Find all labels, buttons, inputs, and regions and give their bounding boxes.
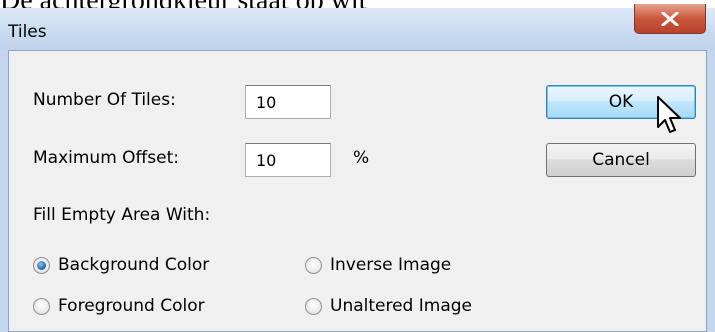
radio-label: Unaltered Image: [330, 296, 472, 316]
radio-button[interactable]: [305, 297, 322, 315]
radio-button-selected[interactable]: [33, 256, 50, 274]
number-of-tiles-label: Number Of Tiles:: [33, 90, 176, 110]
radio-unaltered-image[interactable]: Unaltered Image: [305, 296, 472, 316]
tiles-dialog: Tiles Number Of Tiles: Maximum Offset: %…: [0, 4, 715, 332]
cancel-button[interactable]: Cancel: [546, 143, 696, 177]
radio-button[interactable]: [33, 297, 50, 315]
radio-label: Inverse Image: [330, 255, 452, 275]
fill-empty-area-label: Fill Empty Area With:: [33, 205, 211, 225]
close-button[interactable]: [634, 4, 706, 34]
radio-label: Background Color: [58, 255, 210, 275]
offset-unit-label: %: [353, 148, 370, 168]
radio-label: Foreground Color: [58, 296, 205, 316]
maximum-offset-input[interactable]: [245, 143, 331, 177]
arrow-pointer-icon: [657, 96, 681, 133]
dialog-body: Number Of Tiles: Maximum Offset: % OK Ca…: [8, 50, 707, 332]
radio-inverse-image[interactable]: Inverse Image: [305, 255, 451, 275]
window-title: Tiles: [8, 22, 47, 42]
radio-background-color[interactable]: Background Color: [33, 255, 209, 275]
radio-button[interactable]: [305, 256, 322, 274]
title-bar[interactable]: Tiles: [0, 8, 715, 50]
radio-foreground-color[interactable]: Foreground Color: [33, 296, 205, 316]
number-of-tiles-input[interactable]: [245, 85, 331, 119]
close-icon: [661, 11, 679, 26]
maximum-offset-label: Maximum Offset:: [33, 148, 179, 168]
